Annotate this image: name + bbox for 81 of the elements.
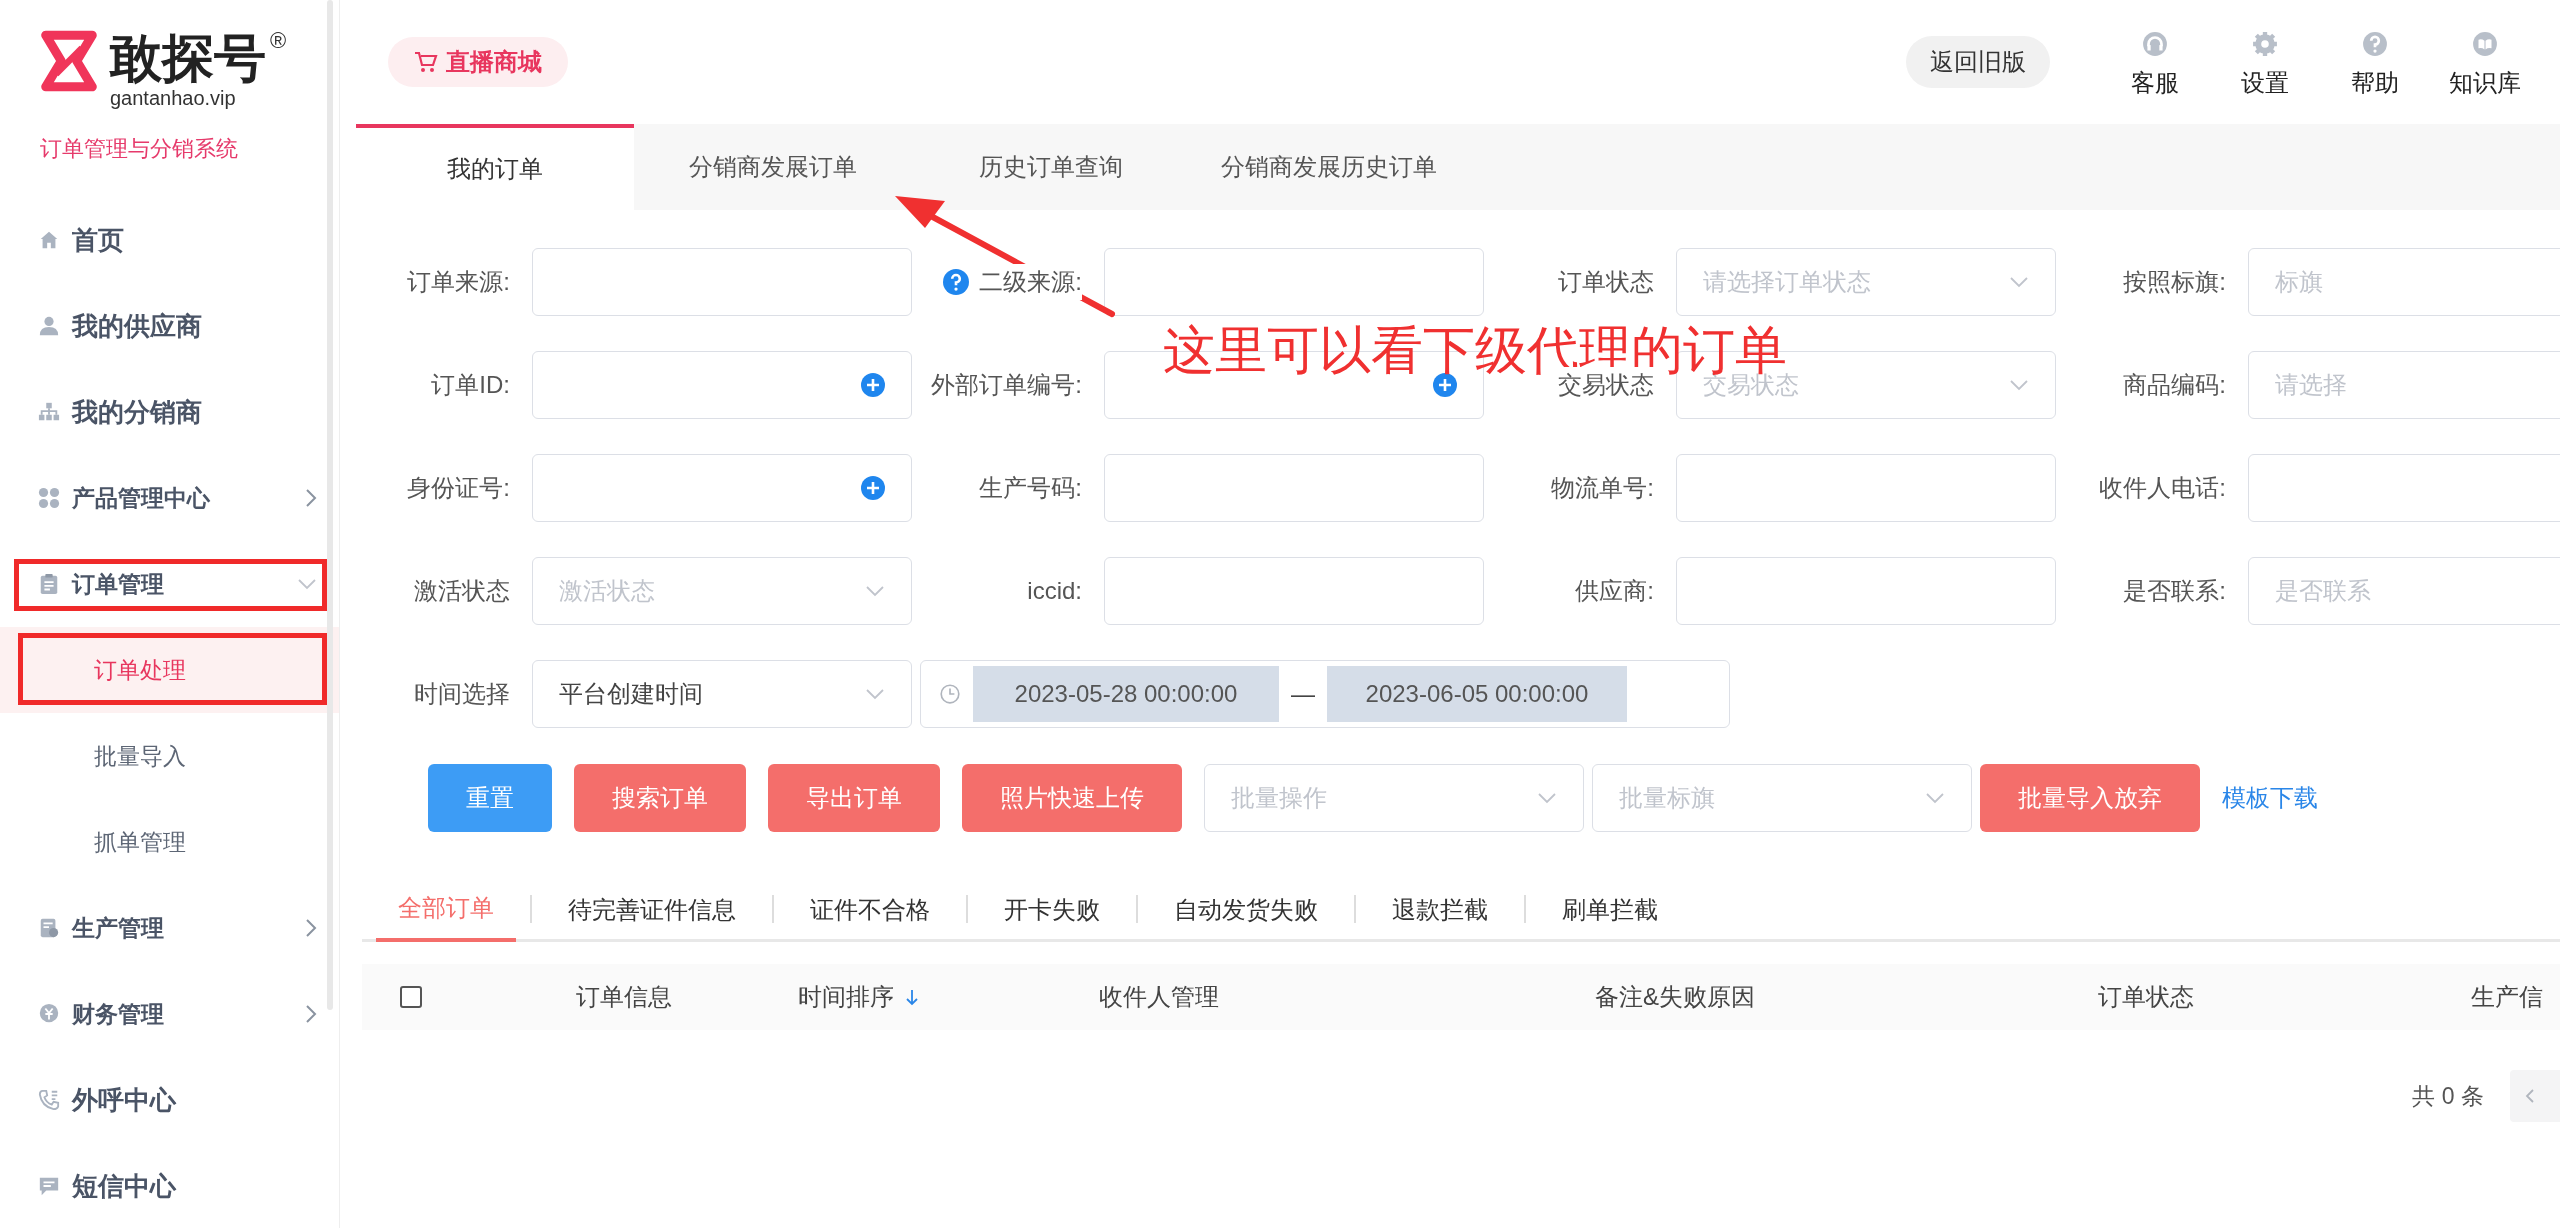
template-download-link[interactable]: 模板下载 <box>2222 780 2318 816</box>
scrollbar[interactable] <box>327 0 333 1010</box>
sidebar-item-label[interactable]: 产品管理中心 <box>72 480 210 516</box>
sidebar-item-label[interactable]: 我的分销商 <box>72 392 202 432</box>
column-header[interactable]: 备注&失败原因 <box>1595 979 1755 1015</box>
logo-domain: gantanhao.vip <box>110 86 237 110</box>
add-icon[interactable] <box>861 373 885 397</box>
sidebar-subitem[interactable]: 批量导入 <box>94 738 186 774</box>
clock-icon <box>939 683 961 705</box>
sidebar-item-label[interactable]: 首页 <box>72 220 124 260</box>
cart-icon <box>414 50 438 74</box>
input-field[interactable] <box>532 248 912 316</box>
sidebar-item-label[interactable]: 财务管理 <box>72 996 164 1032</box>
input-field[interactable] <box>2248 454 2560 522</box>
sidebar-item-label[interactable]: 外呼中心 <box>72 1080 176 1120</box>
add-icon[interactable] <box>861 476 885 500</box>
status-tab[interactable]: 刷单拦截 <box>1540 878 1680 942</box>
input-field[interactable] <box>1676 557 2056 625</box>
mall-button[interactable]: 直播商城 <box>388 37 568 87</box>
phone-icon <box>38 1089 60 1111</box>
grid-icon <box>38 487 60 509</box>
status-tab[interactable]: 开卡失败 <box>982 878 1122 942</box>
page-tab[interactable]: 历史订单查询 <box>912 124 1190 210</box>
old-version-button[interactable]: 返回旧版 <box>1906 36 2050 88</box>
add-icon[interactable] <box>1433 373 1457 397</box>
home-icon <box>38 229 60 251</box>
status-tab[interactable]: 自动发货失败 <box>1152 878 1340 942</box>
column-header[interactable]: 生产信 <box>2471 979 2543 1015</box>
previous-page-button[interactable] <box>2510 1070 2560 1122</box>
sidebar-item-label[interactable]: 订单管理 <box>72 566 164 602</box>
logo-icon <box>40 30 98 92</box>
document-icon <box>38 917 60 939</box>
chevron-left-icon <box>2524 1088 2536 1104</box>
date-range-field[interactable]: 2023-05-28 00:00:00 — 2023-06-05 00:00:00 <box>920 660 1730 728</box>
hierarchy-icon <box>38 401 60 423</box>
field-label: 时间选择 <box>414 679 510 709</box>
page-tab[interactable]: 分销商发展历史订单 <box>1190 124 1468 210</box>
logo-text: 敢探号 <box>110 30 266 86</box>
coin-icon <box>38 1003 60 1025</box>
column-header[interactable]: 订单信息 <box>576 979 672 1015</box>
registered-mark: ® <box>270 30 287 52</box>
system-subtitle: 订单管理与分销系统 <box>39 135 239 163</box>
sidebar-item-label[interactable]: 生产管理 <box>72 910 164 946</box>
toolbar-button[interactable]: 客服 <box>2100 23 2210 101</box>
input-field[interactable] <box>1104 454 1484 522</box>
range-separator: — <box>1291 679 1315 709</box>
column-header[interactable]: 收件人管理 <box>1099 979 1219 1015</box>
input-field[interactable] <box>1104 248 1484 316</box>
page-tab[interactable]: 分销商发展订单 <box>634 124 912 210</box>
status-tab[interactable]: 退款拦截 <box>1370 878 1510 942</box>
total-count: 共 0 条 <box>2412 1081 2484 1111</box>
column-header[interactable]: 订单状态 <box>2098 979 2194 1015</box>
sidebar-item-label[interactable]: 我的供应商 <box>72 306 202 346</box>
book-icon <box>2472 31 2498 57</box>
settings-icon <box>2252 31 2278 57</box>
select-field[interactable]: 平台创建时间 <box>532 660 912 728</box>
chat-icon <box>38 1175 60 1197</box>
page-tab[interactable]: 我的订单 <box>356 124 634 210</box>
input-field[interactable] <box>532 351 912 419</box>
help-icon <box>2362 31 2388 57</box>
field-label: 二级来源: <box>979 264 1082 300</box>
date-start[interactable]: 2023-05-28 00:00:00 <box>973 666 1279 722</box>
date-end[interactable]: 2023-06-05 00:00:00 <box>1327 666 1627 722</box>
status-tab[interactable]: 证件不合格 <box>788 878 952 942</box>
toolbar-button[interactable]: 帮助 <box>2320 23 2430 101</box>
select-all-checkbox[interactable] <box>400 986 422 1008</box>
user-icon <box>38 315 60 337</box>
sort-down-icon[interactable] <box>904 987 920 1007</box>
clipboard-icon <box>38 573 60 595</box>
input-field[interactable] <box>1104 557 1484 625</box>
sidebar-item-label[interactable]: 短信中心 <box>72 1166 176 1206</box>
toolbar-button[interactable]: 设置 <box>2210 23 2320 101</box>
input-field[interactable] <box>532 454 912 522</box>
input-field[interactable] <box>1676 454 2056 522</box>
column-header[interactable]: 时间排序 <box>798 979 894 1015</box>
sidebar-subitem-selected[interactable]: 订单处理 <box>0 627 339 713</box>
help-icon[interactable] <box>943 269 970 295</box>
sidebar-subitem[interactable]: 抓单管理 <box>94 824 186 860</box>
status-tab[interactable]: 待完善证件信息 <box>546 878 758 942</box>
headset-icon <box>2142 31 2168 57</box>
toolbar-button[interactable]: 知识库 <box>2430 23 2540 101</box>
